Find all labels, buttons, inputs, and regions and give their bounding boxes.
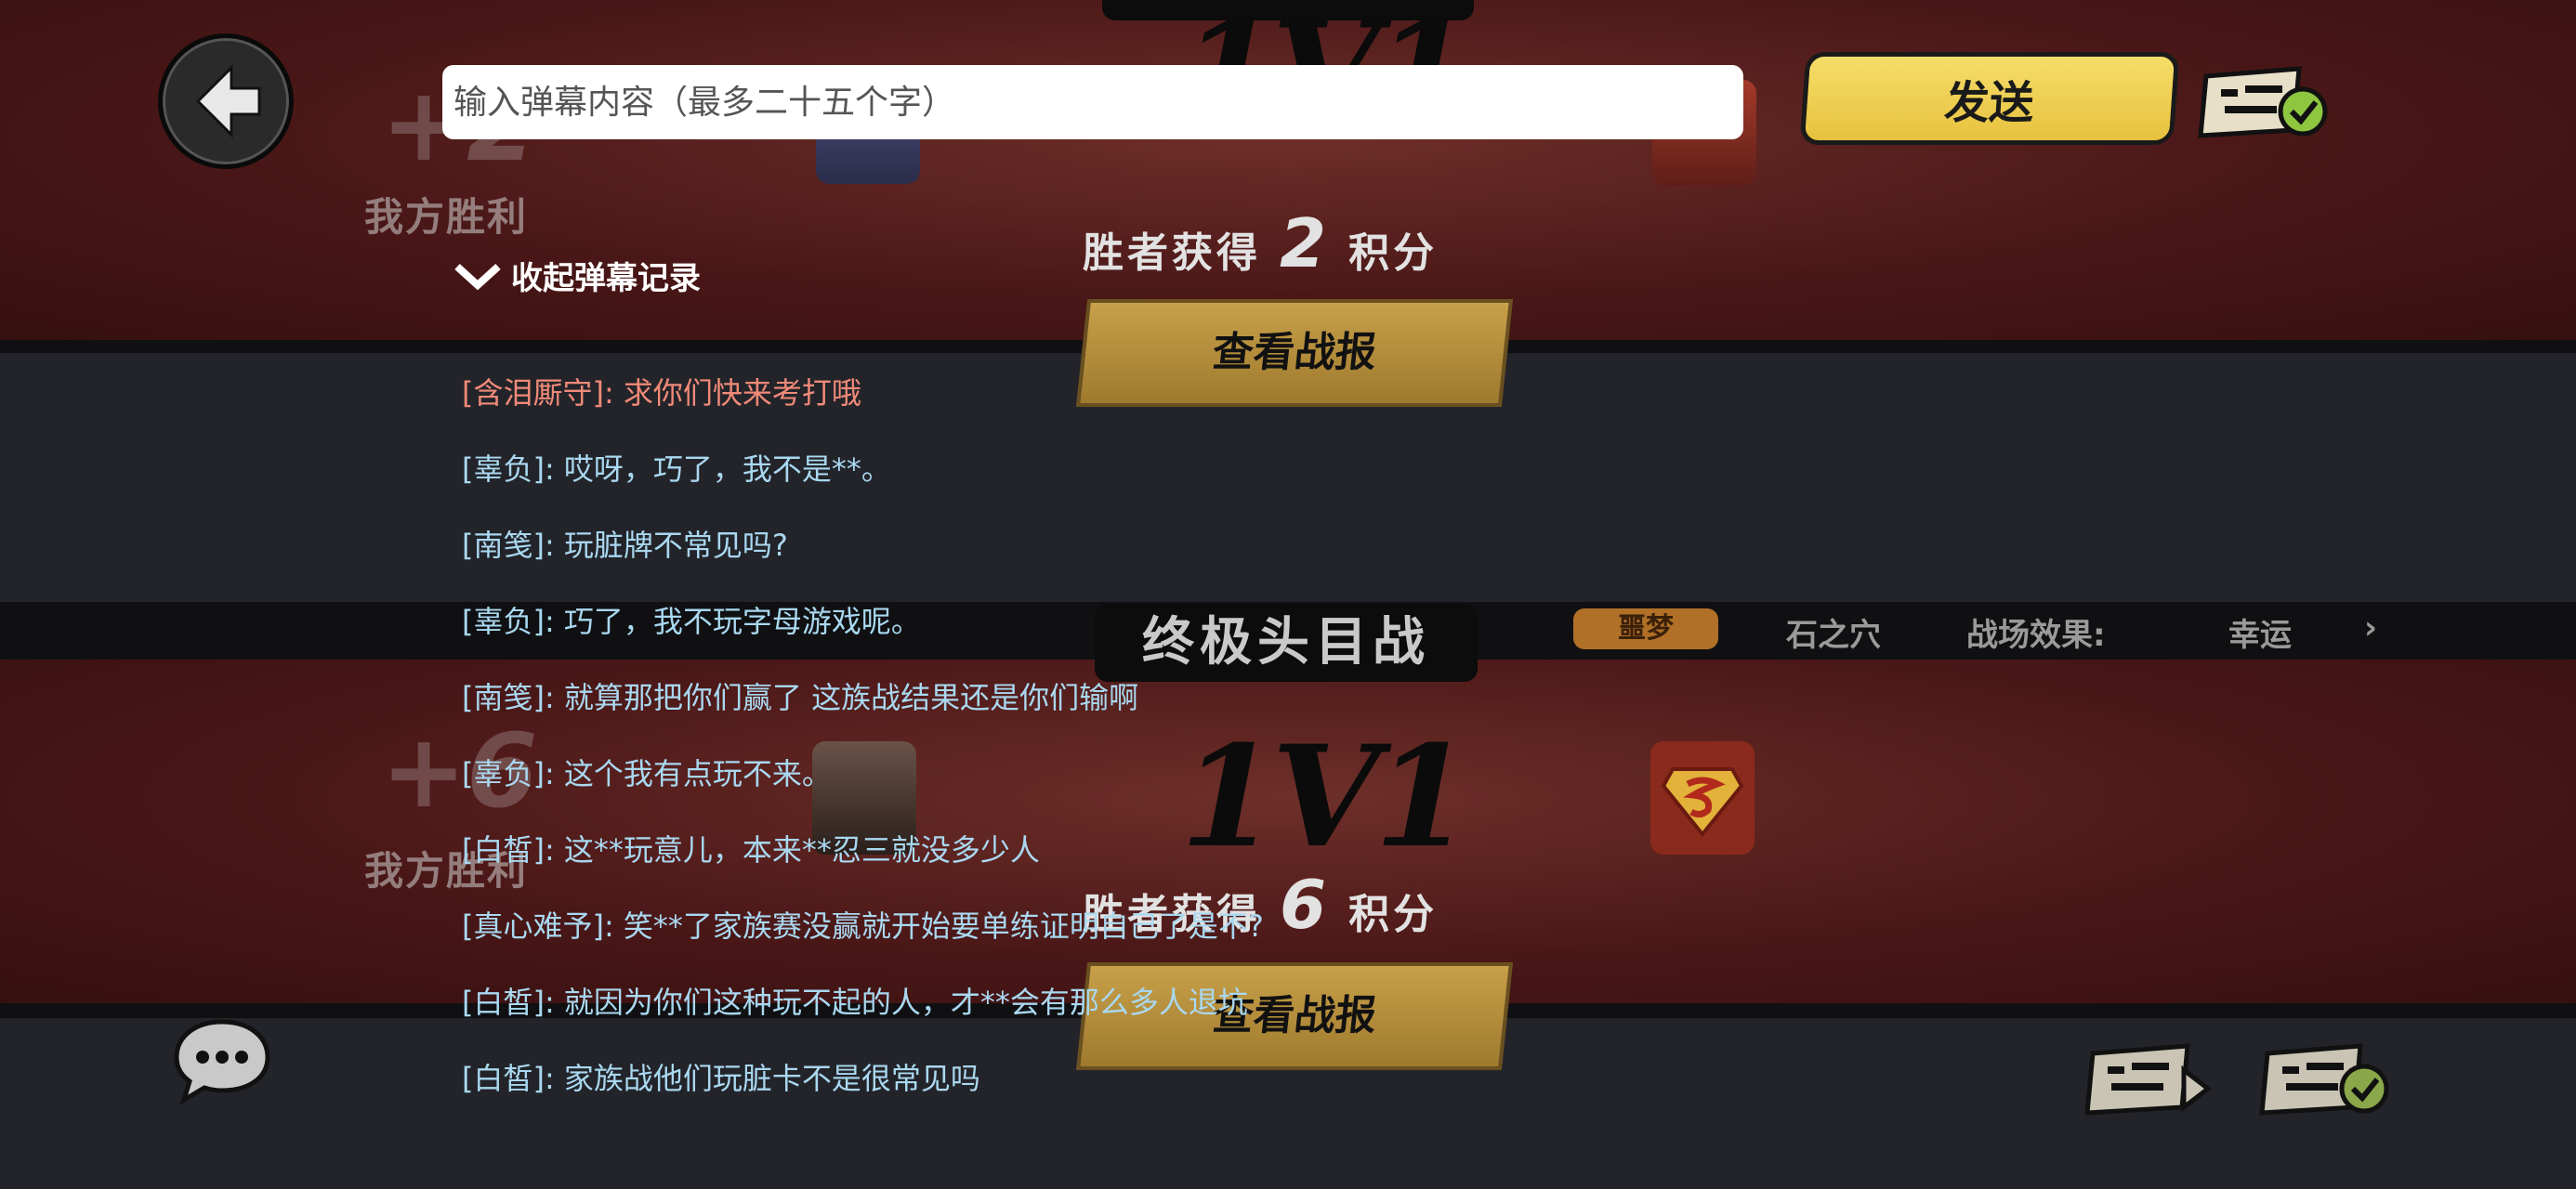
top-gain-text: 胜者获得 2 积分: [1083, 204, 1438, 282]
collapse-danmu-button[interactable]: 收起弹幕记录: [453, 253, 701, 299]
top-gain-prefix: 胜者获得: [1083, 229, 1261, 277]
chat-message: [含泪厮守]: 求你们快来考打哦: [462, 375, 861, 411]
chat-message: [白皙]: 这**玩意儿，本来**忍三就没多少人: [462, 832, 1040, 868]
top-gain-suffix: 积分: [1348, 229, 1439, 277]
danmu-on-icon: [2259, 1043, 2389, 1116]
top-view-report-button[interactable]: 查看战报: [1075, 299, 1514, 407]
effect-label: 战场效果:: [1966, 617, 2106, 654]
bottom-mode-label: 1V1: [1180, 715, 1471, 879]
bottom-battle-title: 终极头目战: [1095, 604, 1478, 682]
danmu-input[interactable]: [442, 65, 1743, 139]
back-button[interactable]: [158, 33, 294, 169]
danmu-on-bottom-button[interactable]: [2258, 1035, 2398, 1124]
danmu-off-button[interactable]: [2080, 1035, 2219, 1124]
info-arrow-icon[interactable]: ›: [2364, 609, 2377, 647]
chat-bubble-icon: [174, 1019, 270, 1105]
chat-message: [南笺]: 玩脏牌不常见吗?: [462, 528, 788, 563]
chat-message: [辜负]: 哎呀，巧了，我不是**。: [462, 451, 891, 487]
difficulty-tag: 噩梦: [1573, 608, 1718, 649]
map-name: 石之穴: [1786, 617, 1881, 654]
danmu-off-icon: [2084, 1043, 2213, 1116]
chat-message: [白皙]: 家族战他们玩脏卡不是很常见吗: [462, 1061, 980, 1096]
top-gain-points: 2: [1280, 204, 1331, 282]
danmu-on-icon: [2198, 66, 2328, 138]
bottom-gain-suffix: 积分: [1348, 891, 1439, 938]
collapse-danmu-label: 收起弹幕记录: [511, 260, 701, 297]
bottom-gain-points: 6: [1280, 866, 1331, 944]
danmu-toggle-button[interactable]: [2197, 58, 2336, 147]
top-result-label: 我方胜利: [364, 194, 529, 240]
back-arrow-icon: [195, 64, 261, 138]
bottom-battle-panel: +6 我方胜利 1V1 胜者获得 6 积分: [0, 660, 2576, 1005]
chevron-down-icon: [453, 262, 502, 299]
chat-message: [辜负]: 这个我有点玩不来。: [462, 756, 832, 791]
send-button[interactable]: 发送: [1799, 52, 2180, 145]
bottom-right-avatar[interactable]: [1650, 741, 1755, 855]
top-battle-panel: +2 我方胜利 1V1 胜者获得2积分: [0, 0, 2576, 342]
superman-badge-icon: [1661, 767, 1744, 838]
chat-message: [辜负]: 巧了，我不玩字母游戏呢。: [462, 604, 921, 639]
chat-message: [南笺]: 就算那把你们赢了 这族战结果还是你们输啊: [462, 680, 1139, 715]
chat-button[interactable]: [171, 1016, 273, 1105]
chat-message: [真心难予]: 笑**了家族赛没赢就开始要单练证明自己了是不?: [462, 908, 1264, 944]
chat-message: [白皙]: 就因为你们这种玩不起的人，才**会有那么多人退坑: [462, 985, 1248, 1020]
effect-value: 幸运: [2228, 617, 2292, 654]
